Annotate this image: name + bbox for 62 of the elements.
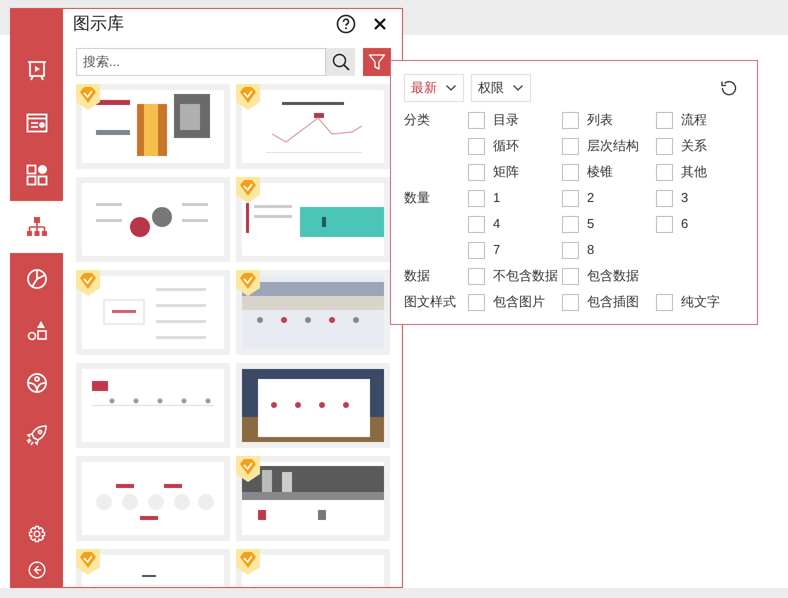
filter-checkbox[interactable]: 2 bbox=[562, 185, 656, 211]
thumbnail-card[interactable] bbox=[236, 84, 390, 168]
filter-group-label: 分类 bbox=[404, 111, 430, 129]
filter-checkbox[interactable]: 包含数据 bbox=[562, 263, 656, 289]
caret-icon bbox=[445, 84, 457, 92]
help-icon bbox=[336, 14, 356, 34]
hierarchy-icon bbox=[26, 216, 48, 238]
thumbnail-card[interactable] bbox=[236, 456, 390, 540]
shapes-grid-icon bbox=[26, 164, 48, 186]
sort-dropdown[interactable]: 最新 bbox=[404, 74, 464, 102]
filter-checkbox[interactable]: 8 bbox=[562, 237, 656, 263]
article-icon bbox=[26, 113, 48, 133]
thumbnail-card[interactable] bbox=[76, 84, 230, 168]
filter-checkbox[interactable]: 7 bbox=[468, 237, 562, 263]
filter-checkbox[interactable]: 6 bbox=[656, 211, 750, 237]
thumbnail-card[interactable] bbox=[236, 362, 390, 448]
search-icon bbox=[332, 52, 350, 70]
filter-checkbox[interactable]: 关系 bbox=[656, 133, 750, 159]
shapes-icon bbox=[26, 320, 48, 342]
filter-icon bbox=[368, 52, 386, 70]
filter-checkbox[interactable]: 5 bbox=[562, 211, 656, 237]
pie-chart-icon bbox=[26, 268, 48, 290]
filter-checkbox[interactable]: 列表 bbox=[562, 107, 656, 133]
filter-checkbox[interactable]: 目录 bbox=[468, 107, 562, 133]
filter-checkbox[interactable]: 其他 bbox=[656, 159, 750, 185]
panel-title: 图示库 bbox=[73, 13, 124, 35]
filter-checkbox[interactable]: 3 bbox=[656, 185, 750, 211]
thumbnail-card[interactable] bbox=[236, 176, 390, 262]
filter-checkbox[interactable]: 矩阵 bbox=[468, 159, 562, 185]
filter-checkbox[interactable]: 包含图片 bbox=[468, 289, 562, 315]
permission-dropdown[interactable]: 权限 bbox=[471, 74, 531, 102]
filter-checkbox[interactable]: 棱锥 bbox=[562, 159, 656, 185]
globe-icon bbox=[26, 372, 48, 394]
filter-group-label: 数据 bbox=[404, 267, 430, 285]
search-button[interactable] bbox=[326, 48, 355, 76]
filter-checkbox[interactable]: 循环 bbox=[468, 133, 562, 159]
search-field[interactable]: 搜索... bbox=[76, 48, 326, 76]
filter-button[interactable] bbox=[363, 48, 391, 76]
thumbnail-card[interactable] bbox=[76, 456, 230, 540]
close-icon bbox=[374, 18, 386, 30]
filter-checkbox[interactable]: 流程 bbox=[656, 107, 750, 133]
presentation-icon bbox=[26, 60, 48, 82]
settings-icon bbox=[28, 525, 46, 543]
back-icon bbox=[28, 561, 46, 579]
filter-checkbox[interactable]: 纯文字 bbox=[656, 289, 750, 315]
caret-icon bbox=[512, 84, 524, 92]
filter-group-label: 图文样式 bbox=[404, 293, 456, 311]
rocket-icon bbox=[26, 424, 48, 446]
thumbnail-card[interactable] bbox=[76, 270, 230, 354]
filter-checkbox[interactable]: 层次结构 bbox=[562, 133, 656, 159]
help-button[interactable] bbox=[334, 12, 358, 36]
filter-checkbox[interactable]: 包含插图 bbox=[562, 289, 656, 315]
thumbnail-card[interactable] bbox=[76, 176, 230, 262]
filter-checkbox[interactable]: 1 bbox=[468, 185, 562, 211]
thumbnail-card[interactable] bbox=[76, 362, 230, 448]
reset-icon bbox=[720, 79, 738, 97]
thumbnail-card[interactable] bbox=[236, 270, 390, 354]
filter-checkbox[interactable]: 不包含数据 bbox=[468, 263, 562, 289]
filter-group-label: 数量 bbox=[404, 189, 430, 207]
settings-button[interactable] bbox=[26, 524, 46, 544]
filter-checkbox[interactable]: 4 bbox=[468, 211, 562, 237]
back-button[interactable] bbox=[26, 560, 46, 580]
